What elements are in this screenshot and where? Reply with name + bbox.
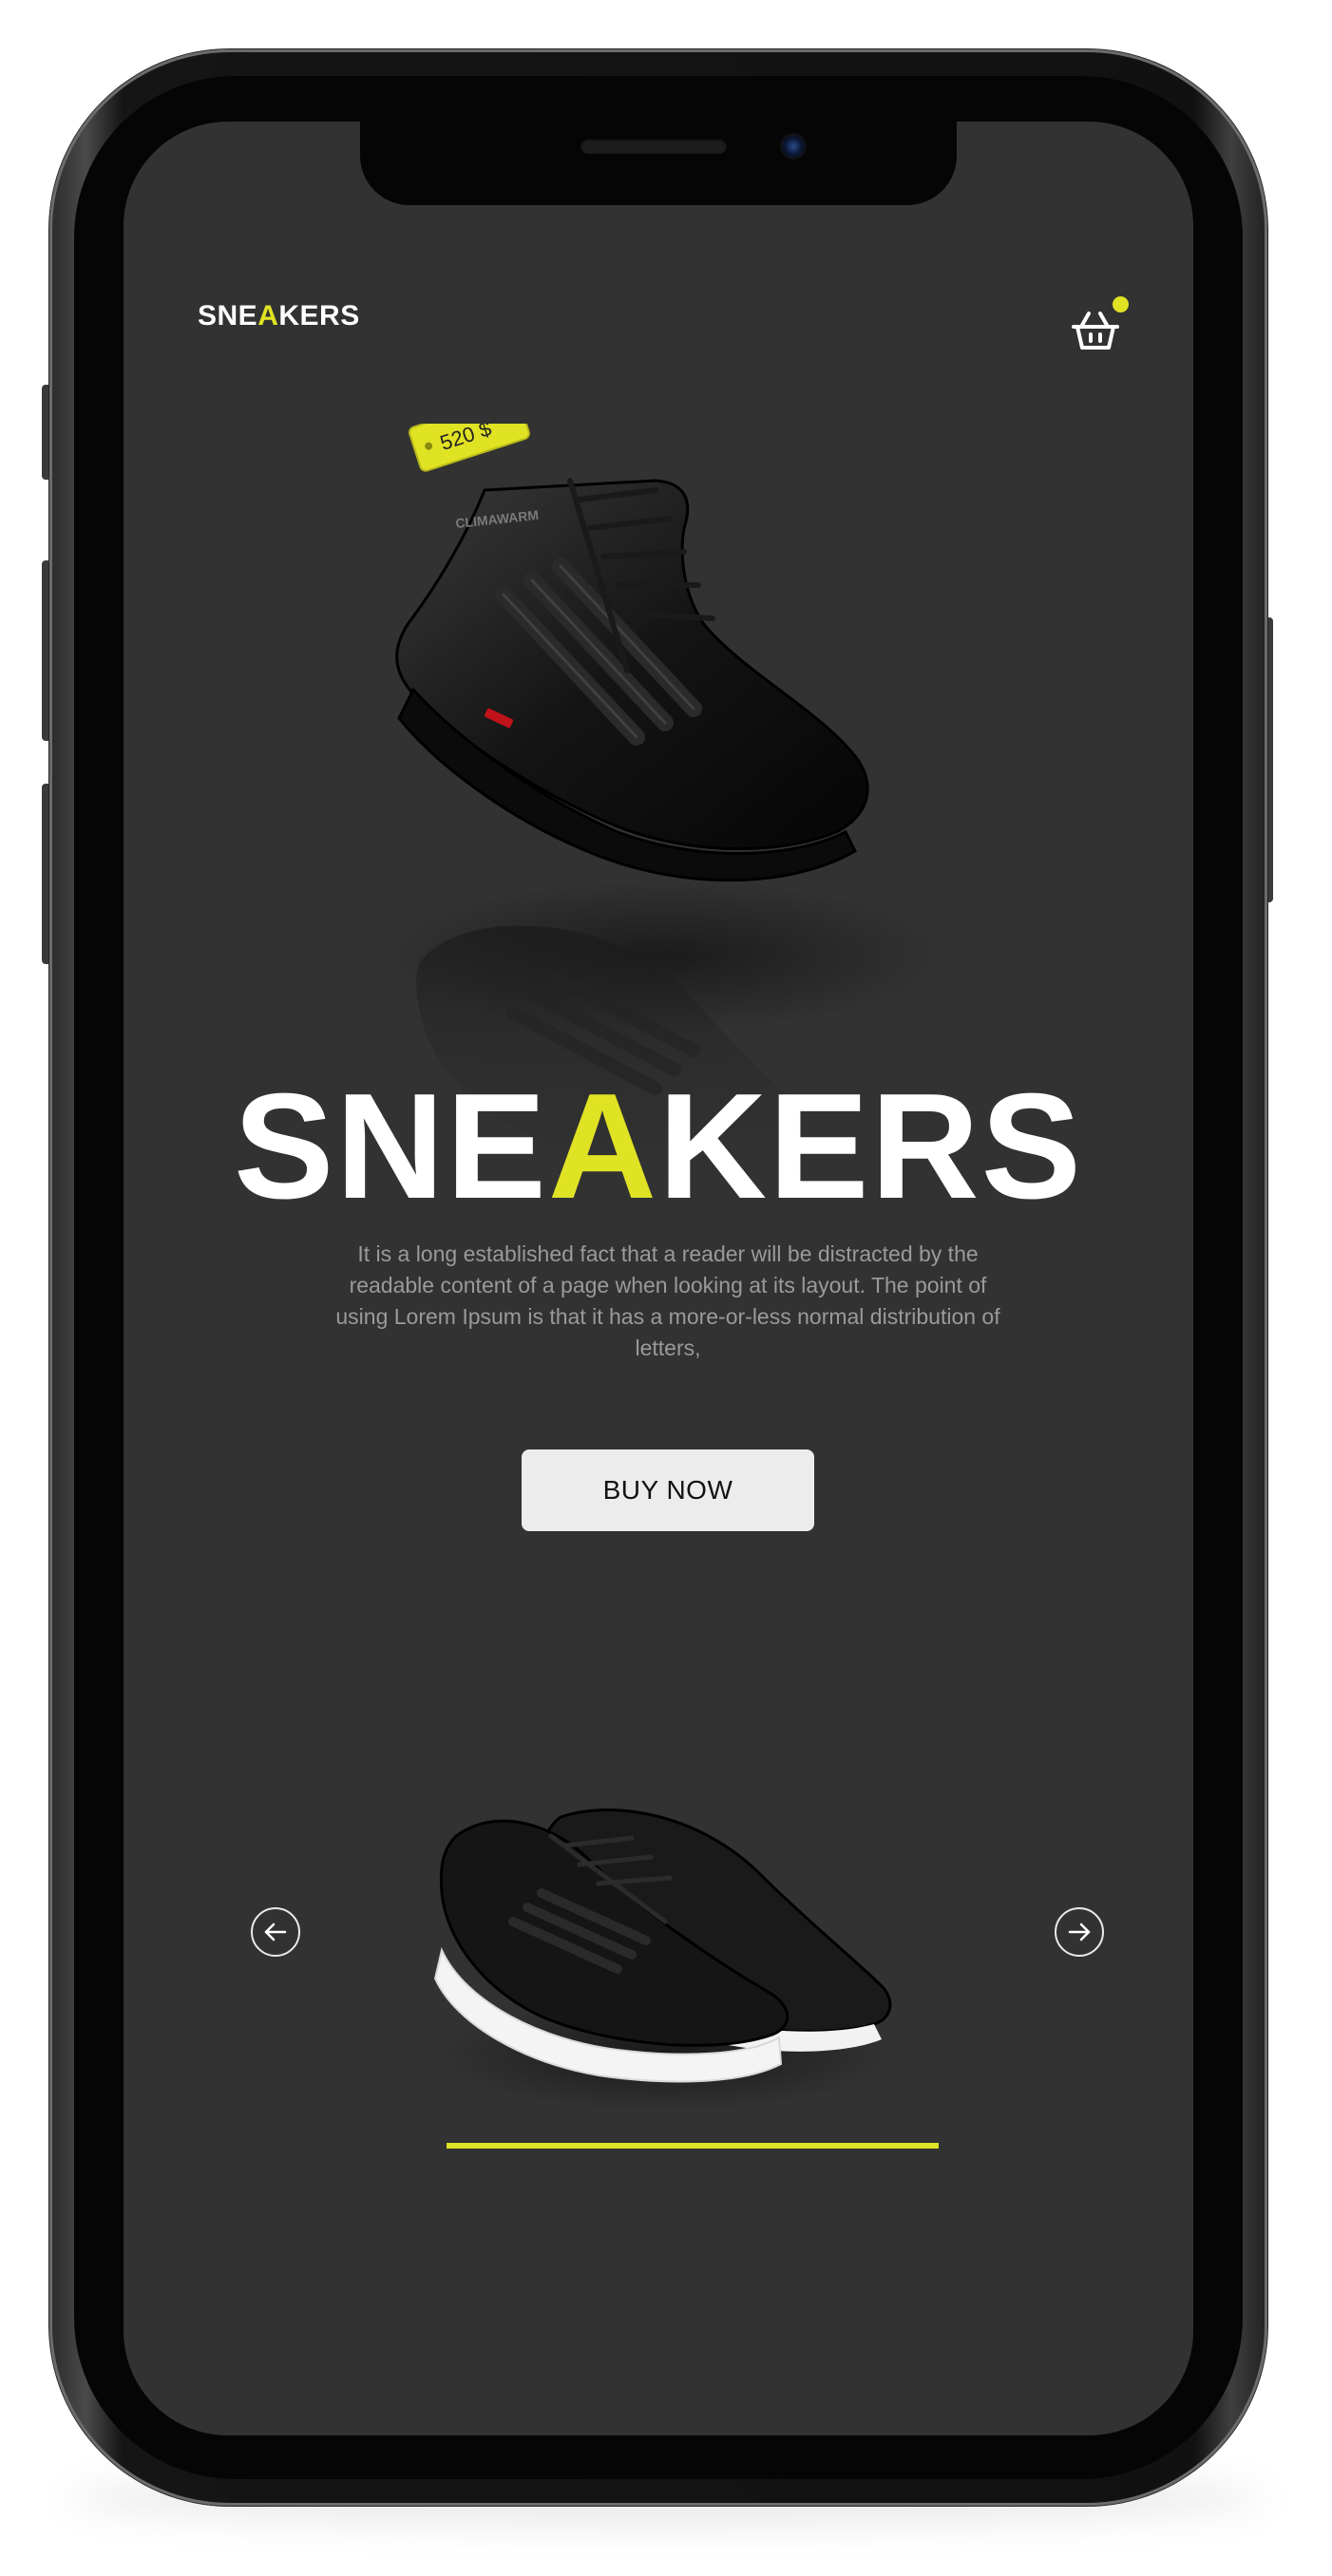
mockup-canvas: SNEAKERS CLIMAWARM 520 $ SNEAKERS It is … [0, 0, 1332, 2576]
hero-title-start: SNE [234, 1063, 548, 1230]
hero-title: SNEAKERS [124, 1071, 1193, 1222]
carousel-shoe-image [433, 1809, 893, 2112]
cart-button[interactable] [1070, 296, 1129, 357]
hero-title-accent: A [547, 1063, 658, 1230]
carousel-progress-track [447, 2143, 939, 2149]
logo-text-end: KERS [278, 300, 360, 331]
app-screen: SNEAKERS CLIMAWARM 520 $ SNEAKERS It is … [124, 122, 1193, 2435]
arrow-right-icon [1068, 1923, 1091, 1941]
hero-title-end: KERS [658, 1063, 1083, 1230]
arrow-left-icon [264, 1923, 287, 1941]
brand-logo[interactable]: SNEAKERS [198, 300, 360, 332]
buy-now-button[interactable]: BUY NOW [522, 1449, 814, 1531]
cart-badge [1113, 296, 1129, 313]
hero-description: It is a long established fact that a rea… [335, 1241, 1000, 1360]
logo-text-accent: A [257, 300, 279, 331]
front-camera [780, 133, 807, 160]
carousel-prev-button[interactable] [251, 1907, 300, 1957]
notch [360, 122, 957, 205]
carousel-progress-fill [447, 2143, 939, 2149]
price-tag: 520 $ [409, 424, 530, 472]
speaker-grille [580, 139, 727, 154]
carousel-next-button[interactable] [1055, 1907, 1104, 1957]
logo-text-start: SNE [198, 300, 258, 331]
